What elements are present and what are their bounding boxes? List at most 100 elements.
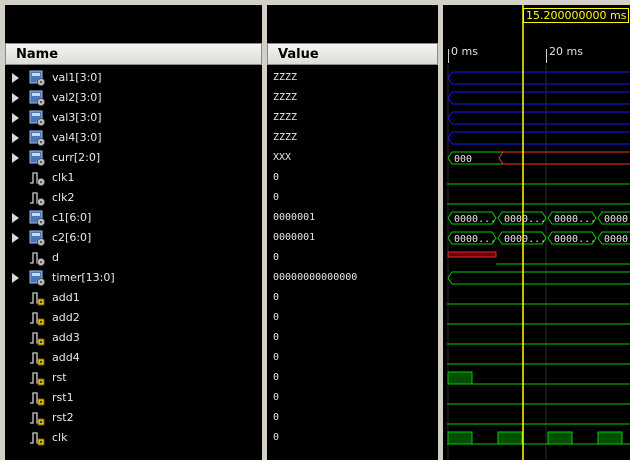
signal-value: 0	[273, 372, 280, 383]
bit-signal-icon	[29, 190, 45, 206]
signal-row[interactable]: rst2	[5, 408, 262, 428]
signal-value: 0	[273, 412, 280, 423]
signal-name: add1	[52, 291, 80, 304]
unknown-bit-waveform	[447, 251, 497, 258]
signal-row[interactable]: add4	[5, 348, 262, 368]
value-row[interactable]: 00000000000000	[267, 268, 438, 288]
waveform-canvas[interactable]: 000 0000... 0000... 0000... 0000 0000... 0000.…	[443, 5, 630, 460]
bus-signal-icon	[29, 70, 45, 86]
signal-name: clk2	[52, 191, 75, 204]
signal-row[interactable]: val1[3:0]	[5, 68, 262, 88]
expand-arrow-icon[interactable]	[12, 233, 19, 243]
value-row[interactable]: 0	[267, 248, 438, 268]
value-row[interactable]: 0	[267, 288, 438, 308]
signal-row[interactable]: val2[3:0]	[5, 88, 262, 108]
signal-name: d	[52, 251, 59, 264]
signal-row[interactable]: rst	[5, 368, 262, 388]
signal-row[interactable]: add3	[5, 328, 262, 348]
signal-name: val4[3:0]	[52, 131, 102, 144]
signal-row[interactable]: add2	[5, 308, 262, 328]
bus-waveform	[447, 271, 630, 285]
signal-row[interactable]: curr[2:0]	[5, 148, 262, 168]
clock-high-pulse	[547, 431, 573, 445]
signal-name: clk1	[52, 171, 75, 184]
value-row[interactable]: 0	[267, 188, 438, 208]
value-row[interactable]: 0	[267, 328, 438, 348]
signal-row[interactable]: val3[3:0]	[5, 108, 262, 128]
name-panel-top-strip	[5, 5, 262, 41]
signal-row[interactable]: clk	[5, 428, 262, 448]
waveform-value-label: 0000...	[504, 234, 546, 245]
value-row[interactable]: 0	[267, 308, 438, 328]
locked-bit-signal-icon	[29, 330, 45, 346]
unknown-bus-waveform	[498, 151, 630, 165]
bit-signal-icon	[29, 170, 45, 186]
waveform-value-label: 0000	[604, 214, 628, 225]
high-impedance-bus-waveform	[447, 111, 630, 125]
signal-value: 00000000000000	[273, 272, 358, 283]
value-row[interactable]: 0	[267, 428, 438, 448]
signal-row[interactable]: c1[6:0]	[5, 208, 262, 228]
value-panel-top-strip	[267, 5, 438, 41]
bus-signal-icon	[29, 270, 45, 286]
value-row[interactable]: 0	[267, 388, 438, 408]
signal-row[interactable]: c2[6:0]	[5, 228, 262, 248]
timeline-tick-label: 0 ms	[451, 45, 478, 58]
waveform-value-label: 0000...	[554, 214, 596, 225]
signal-row[interactable]: clk1	[5, 168, 262, 188]
value-row[interactable]: ZZZZ	[267, 108, 438, 128]
signal-name: curr[2:0]	[52, 151, 101, 164]
waveform-value-label: 0000	[604, 234, 628, 245]
waveform-value-label: 0000...	[504, 214, 546, 225]
signal-value: 0	[273, 312, 280, 323]
clock-high-pulse	[447, 431, 473, 445]
waveform-value-label: 0000...	[554, 234, 596, 245]
value-column-header[interactable]: Value	[267, 43, 438, 65]
locked-bit-signal-icon	[29, 290, 45, 306]
value-row[interactable]: 0000001	[267, 208, 438, 228]
signal-name: add4	[52, 351, 80, 364]
signal-value: ZZZZ	[273, 72, 298, 83]
value-row[interactable]: ZZZZ	[267, 128, 438, 148]
signal-value: 0	[273, 292, 280, 303]
expand-arrow-icon[interactable]	[12, 93, 19, 103]
signal-row[interactable]: d	[5, 248, 262, 268]
signal-row[interactable]: add1	[5, 288, 262, 308]
locked-bit-signal-icon	[29, 430, 45, 446]
signal-name: rst2	[52, 411, 74, 424]
value-row[interactable]: ZZZZ	[267, 68, 438, 88]
expand-arrow-icon[interactable]	[12, 133, 19, 143]
signal-row[interactable]: rst1	[5, 388, 262, 408]
signal-value: 0	[273, 252, 280, 263]
expand-arrow-icon[interactable]	[12, 113, 19, 123]
value-row[interactable]: XXX	[267, 148, 438, 168]
expand-arrow-icon[interactable]	[12, 153, 19, 163]
bus-signal-icon	[29, 230, 45, 246]
value-row[interactable]: 0000001	[267, 228, 438, 248]
clock-high-pulse	[497, 431, 523, 445]
waveform-panel[interactable]: 000 0000... 0000... 0000... 0000 0000... 0000.…	[443, 5, 630, 460]
cursor-time-label[interactable]: 15.200000000 ms	[523, 8, 630, 23]
signal-row[interactable]: timer[13:0]	[5, 268, 262, 288]
expand-arrow-icon[interactable]	[12, 273, 19, 283]
signal-name: val2[3:0]	[52, 91, 102, 104]
bus-signal-icon	[29, 90, 45, 106]
value-row[interactable]: 0	[267, 368, 438, 388]
signal-name: timer[13:0]	[52, 271, 115, 284]
value-row[interactable]: 0	[267, 408, 438, 428]
high-impedance-bus-waveform	[447, 131, 630, 145]
value-row[interactable]: 0	[267, 348, 438, 368]
waveform-value-label: 0000...	[454, 214, 496, 225]
expand-arrow-icon[interactable]	[12, 73, 19, 83]
value-row[interactable]: ZZZZ	[267, 88, 438, 108]
name-column-header[interactable]: Name	[5, 43, 262, 65]
signal-row[interactable]: clk2	[5, 188, 262, 208]
signal-name: add3	[52, 331, 80, 344]
bus-waveform	[447, 151, 630, 165]
signal-value: ZZZZ	[273, 132, 298, 143]
value-row[interactable]: 0	[267, 168, 438, 188]
bit-signal-icon	[29, 250, 45, 266]
locked-bit-signal-icon	[29, 370, 45, 386]
expand-arrow-icon[interactable]	[12, 213, 19, 223]
signal-row[interactable]: val4[3:0]	[5, 128, 262, 148]
